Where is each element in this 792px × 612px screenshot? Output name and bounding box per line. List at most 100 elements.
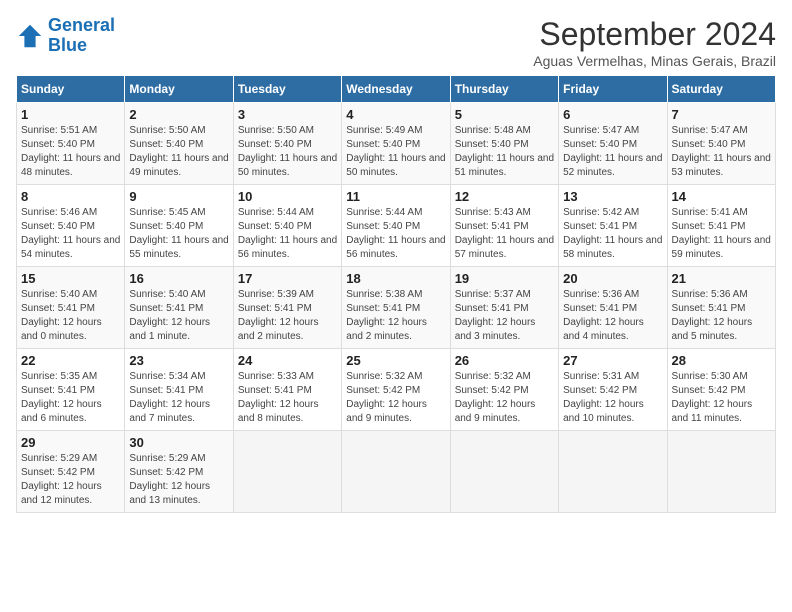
day-number: 18	[346, 271, 445, 286]
calendar-cell	[342, 431, 450, 513]
calendar-week-row: 22Sunrise: 5:35 AMSunset: 5:41 PMDayligh…	[17, 349, 776, 431]
day-info: Sunrise: 5:30 AMSunset: 5:42 PMDaylight:…	[672, 370, 771, 426]
day-number: 6	[563, 107, 662, 122]
day-number: 10	[238, 189, 337, 204]
day-header-sunday: Sunday	[17, 76, 125, 103]
day-number: 9	[129, 189, 228, 204]
calendar-cell: 27 Sunrise: 5:31 AMSunset: 5:42 PMDayligh…	[559, 349, 667, 431]
day-info: Sunrise: 5:48 AMSunset: 5:40 PMDaylight:…	[455, 124, 554, 180]
calendar-cell: 9 Sunrise: 5:45 AMSunset: 5:40 PMDaylight…	[125, 185, 233, 267]
day-number: 16	[129, 271, 228, 286]
day-header-wednesday: Wednesday	[342, 76, 450, 103]
calendar-cell	[233, 431, 341, 513]
day-info: Sunrise: 5:50 AMSunset: 5:40 PMDaylight:…	[129, 124, 228, 180]
calendar-cell: 22Sunrise: 5:35 AMSunset: 5:41 PMDayligh…	[17, 349, 125, 431]
day-number: 11	[346, 189, 445, 204]
month-title: September 2024	[533, 16, 776, 53]
calendar-cell	[667, 431, 775, 513]
day-number: 5	[455, 107, 554, 122]
day-info: Sunrise: 5:47 AMSunset: 5:40 PMDaylight:…	[563, 124, 662, 180]
calendar-cell: 1 Sunrise: 5:51 AMSunset: 5:40 PMDaylight…	[17, 103, 125, 185]
calendar-cell: 21 Sunrise: 5:36 AMSunset: 5:41 PMDayligh…	[667, 267, 775, 349]
logo-icon	[16, 22, 44, 50]
calendar-cell	[450, 431, 558, 513]
day-info: Sunrise: 5:37 AMSunset: 5:41 PMDaylight:…	[455, 288, 554, 344]
day-number: 1	[21, 107, 120, 122]
day-number: 2	[129, 107, 228, 122]
day-header-tuesday: Tuesday	[233, 76, 341, 103]
day-number: 26	[455, 353, 554, 368]
day-number: 20	[563, 271, 662, 286]
day-info: Sunrise: 5:36 AMSunset: 5:41 PMDaylight:…	[672, 288, 771, 344]
calendar-cell: 4 Sunrise: 5:49 AMSunset: 5:40 PMDaylight…	[342, 103, 450, 185]
calendar-cell: 16 Sunrise: 5:40 AMSunset: 5:41 PMDayligh…	[125, 267, 233, 349]
day-header-monday: Monday	[125, 76, 233, 103]
calendar-cell: 13 Sunrise: 5:42 AMSunset: 5:41 PMDayligh…	[559, 185, 667, 267]
calendar-cell: 6 Sunrise: 5:47 AMSunset: 5:40 PMDaylight…	[559, 103, 667, 185]
day-number: 7	[672, 107, 771, 122]
day-info: Sunrise: 5:32 AMSunset: 5:42 PMDaylight:…	[346, 370, 445, 426]
calendar-cell: 19 Sunrise: 5:37 AMSunset: 5:41 PMDayligh…	[450, 267, 558, 349]
calendar-cell: 18 Sunrise: 5:38 AMSunset: 5:41 PMDayligh…	[342, 267, 450, 349]
calendar-cell: 15Sunrise: 5:40 AMSunset: 5:41 PMDayligh…	[17, 267, 125, 349]
day-info: Sunrise: 5:33 AMSunset: 5:41 PMDaylight:…	[238, 370, 337, 426]
day-info: Sunrise: 5:50 AMSunset: 5:40 PMDaylight:…	[238, 124, 337, 180]
logo: General Blue	[16, 16, 115, 56]
day-info: Sunrise: 5:34 AMSunset: 5:41 PMDaylight:…	[129, 370, 228, 426]
location-subtitle: Aguas Vermelhas, Minas Gerais, Brazil	[533, 53, 776, 69]
calendar-table: SundayMondayTuesdayWednesdayThursdayFrid…	[16, 75, 776, 513]
calendar-cell: 23Sunrise: 5:34 AMSunset: 5:41 PMDayligh…	[125, 349, 233, 431]
day-info: Sunrise: 5:47 AMSunset: 5:40 PMDaylight:…	[672, 124, 771, 180]
calendar-header-row: SundayMondayTuesdayWednesdayThursdayFrid…	[17, 76, 776, 103]
day-info: Sunrise: 5:41 AMSunset: 5:41 PMDaylight:…	[672, 206, 771, 262]
logo-text: General Blue	[48, 16, 115, 56]
calendar-cell: 3Sunrise: 5:50 AMSunset: 5:40 PMDaylight…	[233, 103, 341, 185]
day-number: 24	[238, 353, 337, 368]
day-info: Sunrise: 5:40 AMSunset: 5:41 PMDaylight:…	[129, 288, 228, 344]
calendar-cell: 11 Sunrise: 5:44 AMSunset: 5:40 PMDayligh…	[342, 185, 450, 267]
day-info: Sunrise: 5:39 AMSunset: 5:41 PMDaylight:…	[238, 288, 337, 344]
day-info: Sunrise: 5:36 AMSunset: 5:41 PMDaylight:…	[563, 288, 662, 344]
calendar-cell: 12 Sunrise: 5:43 AMSunset: 5:41 PMDayligh…	[450, 185, 558, 267]
day-header-friday: Friday	[559, 76, 667, 103]
calendar-cell: 14 Sunrise: 5:41 AMSunset: 5:41 PMDayligh…	[667, 185, 775, 267]
day-info: Sunrise: 5:35 AMSunset: 5:41 PMDaylight:…	[21, 370, 120, 426]
day-number: 19	[455, 271, 554, 286]
calendar-cell: 8Sunrise: 5:46 AMSunset: 5:40 PMDaylight…	[17, 185, 125, 267]
calendar-cell	[559, 431, 667, 513]
day-header-thursday: Thursday	[450, 76, 558, 103]
day-number: 21	[672, 271, 771, 286]
day-number: 15	[21, 271, 120, 286]
calendar-cell: 24 Sunrise: 5:33 AMSunset: 5:41 PMDayligh…	[233, 349, 341, 431]
calendar-week-row: 1 Sunrise: 5:51 AMSunset: 5:40 PMDaylight…	[17, 103, 776, 185]
day-number: 25	[346, 353, 445, 368]
calendar-cell: 7 Sunrise: 5:47 AMSunset: 5:40 PMDaylight…	[667, 103, 775, 185]
calendar-cell: 26 Sunrise: 5:32 AMSunset: 5:42 PMDayligh…	[450, 349, 558, 431]
calendar-cell: 20 Sunrise: 5:36 AMSunset: 5:41 PMDayligh…	[559, 267, 667, 349]
day-number: 27	[563, 353, 662, 368]
day-number: 4	[346, 107, 445, 122]
day-info: Sunrise: 5:32 AMSunset: 5:42 PMDaylight:…	[455, 370, 554, 426]
logo-line2: Blue	[48, 35, 87, 55]
day-number: 29	[21, 435, 120, 450]
day-number: 17	[238, 271, 337, 286]
day-info: Sunrise: 5:46 AMSunset: 5:40 PMDaylight:…	[21, 206, 120, 262]
day-info: Sunrise: 5:44 AMSunset: 5:40 PMDaylight:…	[346, 206, 445, 262]
day-info: Sunrise: 5:45 AMSunset: 5:40 PMDaylight:…	[129, 206, 228, 262]
day-info: Sunrise: 5:42 AMSunset: 5:41 PMDaylight:…	[563, 206, 662, 262]
day-number: 12	[455, 189, 554, 204]
calendar-week-row: 15 Sunrise: 5:40 AMSunset: 5:41 PMDayligh…	[17, 267, 776, 349]
calendar-cell: 30Sunrise: 5:29 AMSunset: 5:42 PMDayligh…	[125, 431, 233, 513]
day-info: Sunrise: 5:51 AMSunset: 5:40 PMDaylight:…	[21, 124, 120, 180]
day-number: 14	[672, 189, 771, 204]
calendar-cell: 10Sunrise: 5:44 AMSunset: 5:40 PMDayligh…	[233, 185, 341, 267]
calendar-cell: 29Sunrise: 5:29 AMSunset: 5:42 PMDayligh…	[17, 431, 125, 513]
day-info: Sunrise: 5:43 AMSunset: 5:41 PMDaylight:…	[455, 206, 554, 262]
day-number: 13	[563, 189, 662, 204]
day-info: Sunrise: 5:31 AMSunset: 5:42 PMDaylight:…	[563, 370, 662, 426]
page-header: General Blue September 2024 Aguas Vermel…	[16, 16, 776, 69]
logo-line1: General	[48, 15, 115, 35]
day-info: Sunrise: 5:49 AMSunset: 5:40 PMDaylight:…	[346, 124, 445, 180]
day-info: Sunrise: 5:29 AMSunset: 5:42 PMDaylight:…	[129, 452, 228, 508]
day-info: Sunrise: 5:38 AMSunset: 5:41 PMDaylight:…	[346, 288, 445, 344]
